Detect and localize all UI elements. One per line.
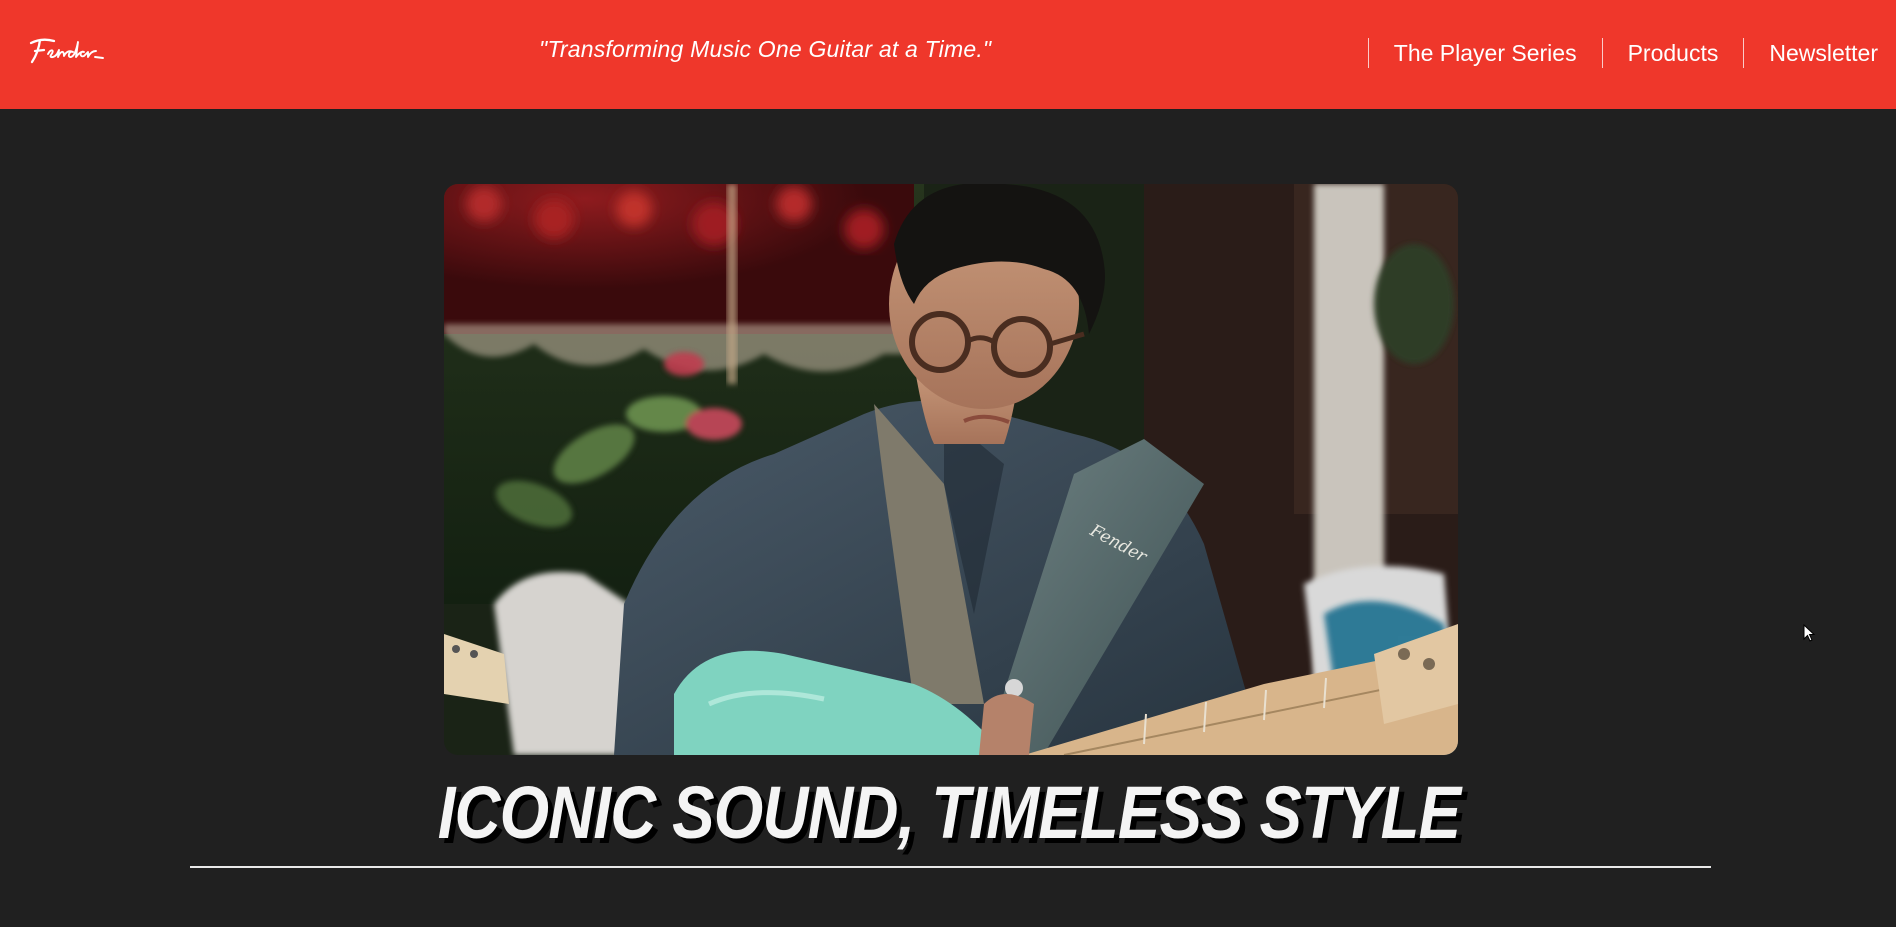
section-divider: [190, 866, 1711, 868]
hero-image: Fender: [444, 184, 1458, 755]
page-headline: ICONIC SOUND, TIMELESS STYLE: [437, 771, 1461, 854]
main-nav: The Player Series Products Newsletter: [1367, 36, 1896, 70]
nav-item-products[interactable]: Products: [1603, 40, 1744, 67]
mouse-pointer-icon: [1803, 624, 1816, 642]
site-header: "Transforming Music One Guitar at a Time…: [0, 0, 1896, 109]
hero-video-frame[interactable]: Fender: [444, 184, 1458, 755]
tagline: "Transforming Music One Guitar at a Time…: [539, 36, 992, 62]
fender-logo-icon[interactable]: [27, 30, 109, 68]
nav-item-player-series[interactable]: The Player Series: [1369, 40, 1602, 67]
nav-item-newsletter[interactable]: Newsletter: [1744, 40, 1896, 67]
